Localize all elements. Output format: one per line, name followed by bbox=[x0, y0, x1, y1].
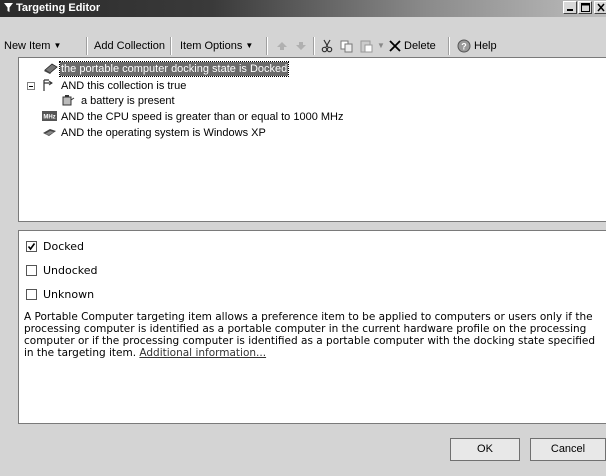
new-item-label: New Item bbox=[4, 40, 51, 52]
title-bar: Targeting Editor bbox=[0, 0, 606, 17]
maximize-button[interactable] bbox=[578, 1, 592, 14]
tree-item-operating-system[interactable]: AND the operating system is Windows XP bbox=[19, 126, 579, 140]
add-collection-button[interactable]: Add Collection bbox=[94, 35, 165, 57]
move-up-icon[interactable] bbox=[275, 39, 289, 53]
item-options-dropdown[interactable]: Item Options ▼ bbox=[180, 35, 253, 57]
operating-system-icon bbox=[42, 126, 56, 139]
ok-button[interactable]: OK bbox=[450, 438, 520, 461]
properties-panel: Docked Undocked Unknown A Portable Compu… bbox=[18, 230, 606, 424]
tree-item-collection[interactable]: AND this collection is true bbox=[19, 79, 579, 93]
chevron-down-icon: ▼ bbox=[53, 41, 62, 50]
delete-button[interactable]: Delete bbox=[404, 35, 436, 57]
delete-icon[interactable] bbox=[388, 39, 402, 53]
new-item-dropdown[interactable]: New Item ▼ bbox=[4, 35, 61, 57]
chevron-down-icon: ▼ bbox=[377, 41, 385, 50]
item-description: A Portable Computer targeting item allow… bbox=[24, 311, 599, 359]
targeting-tree[interactable]: the portable computer docking state is D… bbox=[18, 57, 606, 222]
tree-item-label: a battery is present bbox=[81, 95, 175, 107]
help-icon[interactable]: ? bbox=[457, 39, 471, 53]
move-down-icon[interactable] bbox=[294, 39, 308, 53]
tree-item-docking-state[interactable]: the portable computer docking state is D… bbox=[19, 61, 579, 77]
close-button[interactable] bbox=[594, 1, 606, 14]
tree-item-label: AND the CPU speed is greater than or equ… bbox=[61, 111, 344, 123]
add-collection-label: Add Collection bbox=[94, 40, 165, 52]
toolbar-separator bbox=[86, 37, 88, 55]
docked-checkbox[interactable] bbox=[26, 241, 37, 252]
filter-funnel-icon bbox=[4, 2, 13, 16]
cpu-mhz-icon-text: MHz bbox=[43, 115, 55, 121]
unknown-checkbox[interactable] bbox=[26, 289, 37, 300]
toolbar-separator bbox=[170, 37, 172, 55]
additional-information-link[interactable]: Additional information... bbox=[139, 347, 266, 359]
collection-icon bbox=[41, 79, 55, 92]
help-label: Help bbox=[474, 40, 497, 52]
copy-icon[interactable] bbox=[340, 39, 354, 53]
toolbar-separator bbox=[266, 37, 268, 55]
tree-item-label: the portable computer docking state is D… bbox=[58, 61, 290, 77]
cancel-button[interactable]: Cancel bbox=[530, 438, 606, 461]
toolbar: New Item ▼ Add Collection Item Options ▼ ▼… bbox=[0, 35, 606, 57]
unknown-label: Unknown bbox=[43, 288, 95, 301]
window-title: Targeting Editor bbox=[16, 2, 101, 14]
toolbar-separator bbox=[313, 37, 315, 55]
tree-item-battery[interactable]: a battery is present bbox=[19, 94, 579, 108]
item-options-label: Item Options bbox=[180, 40, 243, 52]
svg-text:?: ? bbox=[461, 42, 467, 52]
cpu-mhz-icon: MHz bbox=[42, 110, 57, 123]
battery-icon bbox=[61, 94, 75, 107]
tree-item-label: AND this collection is true bbox=[61, 80, 187, 92]
undocked-label: Undocked bbox=[43, 264, 98, 277]
paste-options-dropdown[interactable]: ▼ bbox=[377, 35, 385, 57]
delete-label: Delete bbox=[404, 40, 436, 52]
help-button[interactable]: Help bbox=[474, 35, 497, 57]
portable-computer-icon bbox=[43, 62, 58, 75]
description-text: A Portable Computer targeting item allow… bbox=[24, 311, 595, 359]
paste-icon[interactable] bbox=[360, 39, 374, 53]
minimize-button[interactable] bbox=[563, 1, 577, 14]
docked-label: Docked bbox=[43, 240, 84, 253]
tree-item-label: AND the operating system is Windows XP bbox=[61, 127, 266, 139]
toolbar-separator bbox=[448, 37, 450, 55]
cut-icon[interactable] bbox=[320, 39, 334, 53]
chevron-down-icon: ▼ bbox=[245, 41, 254, 50]
undocked-checkbox[interactable] bbox=[26, 265, 37, 276]
tree-item-cpu-speed[interactable]: MHz AND the CPU speed is greater than or… bbox=[19, 110, 579, 124]
